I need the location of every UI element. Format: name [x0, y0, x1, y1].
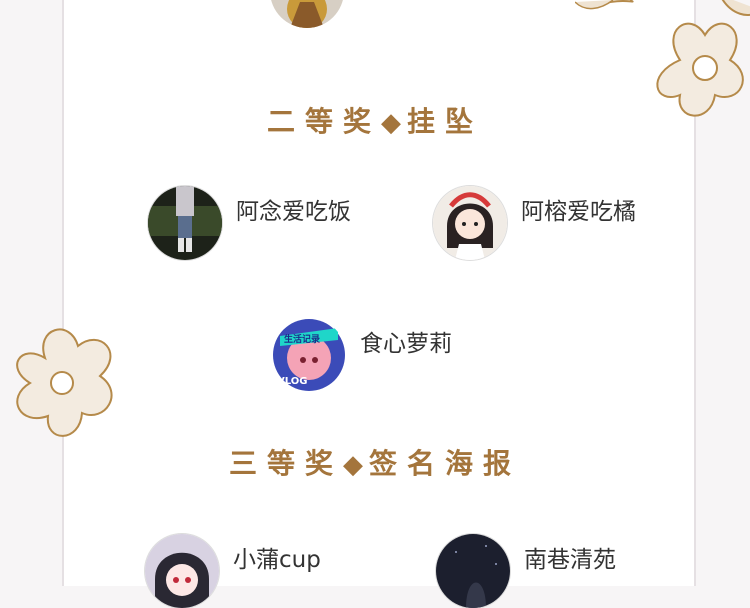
section-title-third-prize: 三等奖◆签名海报 [0, 442, 750, 482]
second-prize-label: 二等奖 [266, 105, 381, 138]
second-prize-item: 挂坠 [407, 105, 484, 138]
avatar [148, 186, 222, 260]
winner-name: 食心萝莉 [360, 331, 452, 357]
winner-name: 阿榕爱吃橘 [521, 199, 636, 225]
winner-name: 小蒲cup [233, 547, 321, 573]
winner-item: 小蒲cup [145, 534, 321, 608]
content-card [62, 0, 696, 586]
vlog-text: VLOG [277, 376, 307, 387]
winner-item: 阿念爱吃饭 [148, 186, 351, 260]
avatar [436, 534, 510, 608]
avatar [433, 186, 507, 260]
winner-item: 生活记录 VLOG 食心萝莉 [272, 318, 452, 392]
third-prize-item: 签名海报 [369, 447, 522, 480]
diamond-separator-icon: ◆ [343, 450, 369, 480]
badge-text: 生活记录 [284, 333, 320, 345]
avatar [145, 534, 219, 608]
third-prize-label: 三等奖 [228, 447, 343, 480]
winner-item: 阿榕爱吃橘 [433, 186, 636, 260]
winner-item: 南巷清苑 [436, 534, 616, 608]
avatar: 生活记录 VLOG [272, 318, 346, 392]
winner-name: 阿念爱吃饭 [236, 199, 351, 225]
section-title-second-prize: 二等奖◆挂坠 [0, 100, 750, 140]
diamond-separator-icon: ◆ [381, 108, 407, 138]
winner-name: 南巷清苑 [524, 547, 616, 573]
